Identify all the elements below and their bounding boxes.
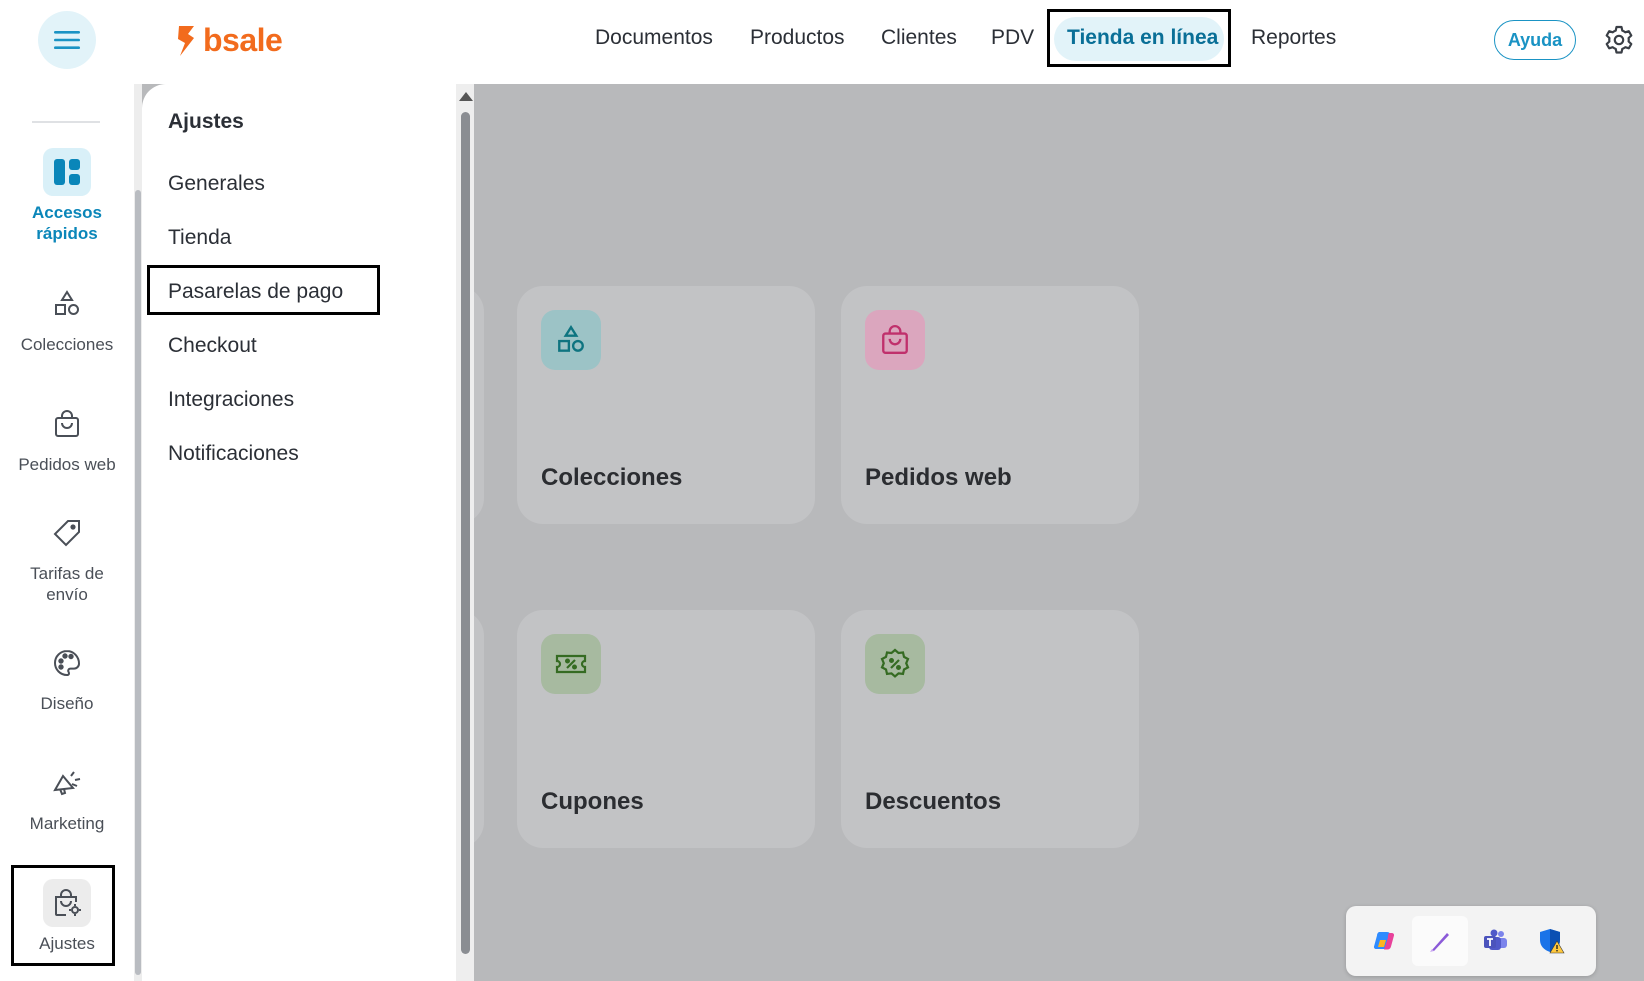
sidebar-item-label: Accesos rápidos xyxy=(32,203,102,243)
card-title: Pedidos web xyxy=(865,464,1012,491)
sidebar-item-marketing[interactable]: Marketing xyxy=(0,759,134,834)
card-colecciones[interactable]: Colecciones xyxy=(517,286,815,524)
defender-warning-icon xyxy=(1540,929,1565,954)
submenu-title: Ajustes xyxy=(168,110,244,133)
shopping-bag-icon xyxy=(43,400,91,448)
nav-highlight-box xyxy=(1047,9,1231,67)
teams-button[interactable] xyxy=(1468,916,1524,966)
scroll-up-arrow-icon[interactable] xyxy=(459,92,473,101)
card-cupones[interactable]: Cupones xyxy=(517,610,815,848)
tag-icon xyxy=(43,509,91,557)
shapes-icon xyxy=(541,310,601,370)
megaphone-icon xyxy=(43,759,91,807)
shopping-bag-icon xyxy=(865,310,925,370)
submenu-item-integraciones[interactable]: Integraciones xyxy=(168,388,294,412)
discount-badge-icon xyxy=(865,634,925,694)
card-title: Cupones xyxy=(541,788,644,815)
nav-productos[interactable]: Productos xyxy=(750,26,845,50)
sidebar-item-colecciones[interactable]: Colecciones xyxy=(0,280,134,355)
sidebar-scrollbar-thumb[interactable] xyxy=(135,190,141,975)
pen-icon xyxy=(1430,933,1449,952)
submenu-highlight-box xyxy=(147,265,380,315)
ajustes-highlight-box xyxy=(11,865,115,966)
palette-icon xyxy=(43,639,91,687)
card-title: Descuentos xyxy=(865,788,1002,815)
sidebar-item-label: Tarifas de envío xyxy=(30,564,104,604)
bsale-logo-mark-icon xyxy=(178,25,194,56)
sidebar-item-diseno[interactable]: Diseño xyxy=(0,639,134,714)
ajustes-submenu-panel: Ajustes Generales Tienda Pasarelas de pa… xyxy=(142,84,456,981)
defender-button[interactable] xyxy=(1524,916,1580,966)
system-tray-popup xyxy=(1346,906,1596,976)
sidebar-divider xyxy=(32,121,100,123)
sidebar-item-pedidos-web[interactable]: Pedidos web xyxy=(0,400,134,475)
card-descuentos[interactable]: Descuentos xyxy=(841,610,1139,848)
teams-icon xyxy=(1484,929,1507,950)
bsale-logo[interactable]: bsale xyxy=(175,22,283,59)
card-pedidos-web[interactable]: Pedidos web xyxy=(841,286,1139,524)
nav-pdv[interactable]: PDV xyxy=(991,26,1034,50)
submenu-item-tienda[interactable]: Tienda xyxy=(168,226,231,250)
sidebar-item-tarifas-de-envio[interactable]: Tarifas de envío xyxy=(0,509,134,605)
menu-button[interactable] xyxy=(38,11,96,69)
pen-button[interactable] xyxy=(1412,916,1468,966)
card-title: Colecciones xyxy=(541,464,683,491)
copilot-button[interactable] xyxy=(1356,916,1412,966)
gear-icon[interactable] xyxy=(1603,24,1635,56)
top-navigation-bar: bsale Documentos Productos Clientes PDV … xyxy=(0,0,1644,85)
submenu-item-notificaciones[interactable]: Notificaciones xyxy=(168,442,299,466)
sidebar-item-label: Diseño xyxy=(40,694,94,713)
logo-text: bsale xyxy=(203,22,283,58)
copilot-icon xyxy=(1373,932,1395,950)
sidebar-item-label: Marketing xyxy=(29,814,105,833)
submenu-item-checkout[interactable]: Checkout xyxy=(168,334,257,358)
shapes-icon xyxy=(43,280,91,328)
sidebar-item-label: Pedidos web xyxy=(18,455,116,474)
sidebar-item-label: Colecciones xyxy=(20,335,114,354)
sidebar-item-accesos-rapidos[interactable]: Accesos rápidos xyxy=(0,148,134,244)
nav-documentos[interactable]: Documentos xyxy=(595,26,713,50)
submenu-item-generales[interactable]: Generales xyxy=(168,172,265,196)
left-sidebar: Accesos rápidos Colecciones Pedidos web … xyxy=(0,84,134,981)
dashboard-icon xyxy=(43,148,91,196)
submenu-scrollbar-thumb[interactable] xyxy=(461,112,470,954)
nav-reportes[interactable]: Reportes xyxy=(1251,26,1336,50)
hamburger-icon xyxy=(54,31,80,49)
nav-clientes[interactable]: Clientes xyxy=(881,26,957,50)
help-button[interactable]: Ayuda xyxy=(1494,20,1576,60)
ticket-icon xyxy=(541,634,601,694)
